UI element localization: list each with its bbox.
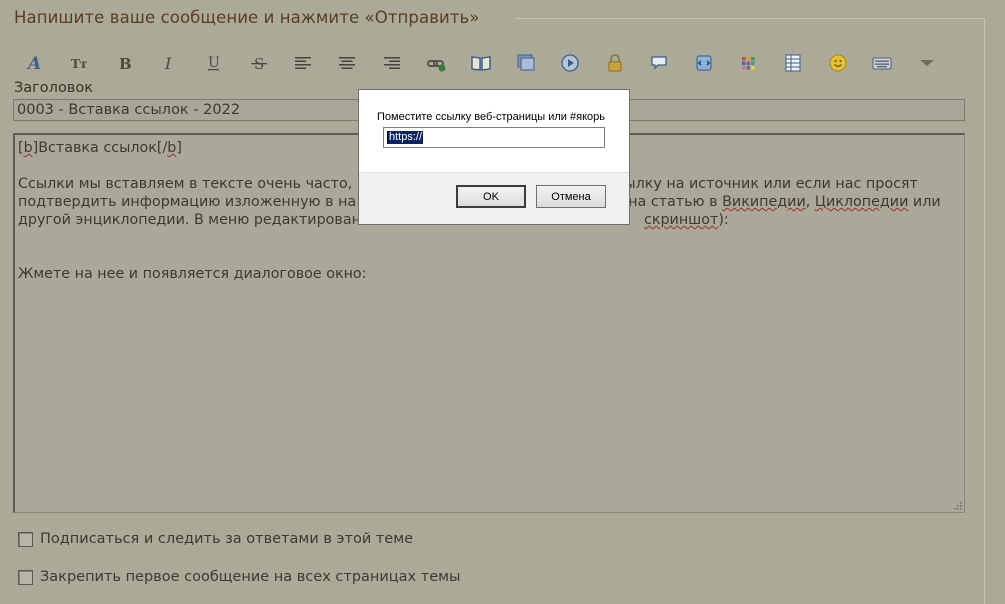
title-label: Заголовок [14,80,93,96]
editor-line: Жмете на нее и появляется диалоговое окн… [18,266,367,282]
lock-icon[interactable] [600,48,630,78]
editor-toolbar: A Tт B I U S [18,48,958,78]
bold-icon[interactable]: B [109,48,139,78]
link-prompt-dialog: Поместите ссылку веб-страницы или #якорь… [358,89,630,225]
italic-icon[interactable]: I [154,48,184,78]
insert-video-icon[interactable] [555,48,585,78]
svg-text:U: U [208,55,220,71]
subscribe-option[interactable]: Подписаться и следить за ответами в этой… [18,529,413,549]
font-size-icon[interactable]: Tт [64,48,94,78]
svg-text:Tт: Tт [71,57,87,71]
keyboard-icon[interactable] [867,48,897,78]
pin-first-label: Закрепить первое сообщение на всех стран… [40,569,461,585]
ok-button[interactable]: OK [456,185,526,208]
fieldset-border [515,18,985,19]
svg-text:B: B [119,55,132,73]
quote-icon[interactable] [644,48,674,78]
table-icon[interactable] [778,48,808,78]
insert-link-icon[interactable] [422,48,452,78]
code-icon[interactable] [689,48,719,78]
url-input-value: https:// [388,131,424,144]
fieldset-border-right [984,18,985,604]
more-dropdown-icon[interactable] [912,48,942,78]
resize-grip-icon[interactable] [952,500,962,510]
dialog-prompt: Поместите ссылку веб-страницы или #якорь [377,111,605,123]
url-input[interactable]: https:// [383,127,605,148]
pin-first-checkbox[interactable] [18,569,33,585]
pin-first-option[interactable]: Закрепить первое сообщение на всех стран… [18,567,461,587]
align-right-icon[interactable] [377,48,407,78]
subscribe-checkbox[interactable] [18,531,33,547]
svg-text:A: A [26,54,41,73]
form-heading: Напишите ваше сообщение и нажмите «Отпра… [14,8,480,27]
align-center-icon[interactable] [332,48,362,78]
svg-text:I: I [164,54,172,73]
subscribe-label: Подписаться и следить за ответами в этой… [40,531,414,547]
book-icon[interactable] [466,48,496,78]
insert-image-icon[interactable] [511,48,541,78]
title-input-extension [630,99,965,121]
align-left-icon[interactable] [288,48,318,78]
cancel-button[interactable]: Отмена [536,185,606,208]
underline-icon[interactable]: U [199,48,229,78]
strikethrough-icon[interactable]: S [244,48,274,78]
title-input[interactable]: 0003 - Вставка ссылок - 2022 [13,99,363,121]
color-icon[interactable] [733,48,763,78]
smiley-icon[interactable] [823,48,853,78]
font-style-icon[interactable]: A [20,48,50,78]
